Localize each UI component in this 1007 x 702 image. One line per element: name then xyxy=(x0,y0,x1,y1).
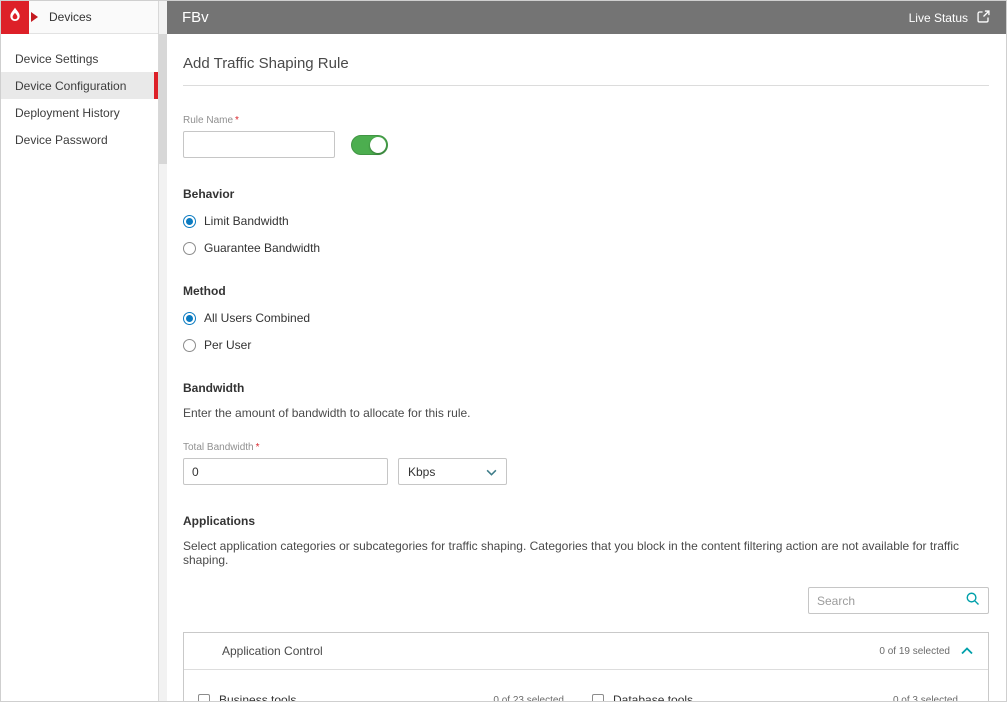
radio-label: Per User xyxy=(204,338,252,352)
chevron-right-icon xyxy=(31,12,38,22)
behavior-section: Behavior Limit Bandwidth Guarantee Bandw… xyxy=(183,187,989,255)
checkbox[interactable] xyxy=(198,694,210,701)
radio-icon[interactable] xyxy=(183,311,196,325)
sidebar: Devices Device Settings Device Configura… xyxy=(1,0,159,701)
watchguard-logo[interactable] xyxy=(1,0,29,34)
page-title: Add Traffic Shaping Rule xyxy=(183,55,349,72)
applications-section: Applications Select application categori… xyxy=(183,514,989,701)
total-bandwidth-input[interactable] xyxy=(183,458,388,485)
radio-icon[interactable] xyxy=(183,214,196,228)
search-icon[interactable] xyxy=(965,591,980,611)
live-status-button[interactable]: Live Status xyxy=(909,9,991,27)
top-header: FBv Live Status xyxy=(167,1,1006,34)
sidebar-item-label: Deployment History xyxy=(15,105,120,120)
sidebar-item-device-configuration[interactable]: Device Configuration xyxy=(1,72,158,99)
sidebar-item-label: Device Password xyxy=(15,132,108,147)
radio-icon[interactable] xyxy=(183,338,196,352)
external-link-icon xyxy=(976,9,991,27)
total-bandwidth-label: Total Bandwidth * xyxy=(183,442,260,453)
bandwidth-heading: Bandwidth xyxy=(183,381,245,395)
scrollbar-thumb[interactable] xyxy=(159,34,167,164)
application-control-body: Business tools 0 of 23 selected Database… xyxy=(184,670,988,701)
sidebar-item-deployment-history[interactable]: Deployment History xyxy=(1,99,158,126)
sidebar-header: Devices xyxy=(1,0,158,34)
traffic-shaping-form: Rule Name * Behavior Limit Bandwidth Gua… xyxy=(183,115,989,701)
behavior-heading: Behavior xyxy=(183,187,235,201)
bandwidth-description: Enter the amount of bandwidth to allocat… xyxy=(183,406,471,420)
radio-limit-bandwidth[interactable]: Limit Bandwidth xyxy=(183,214,989,228)
radio-all-users-combined[interactable]: All Users Combined xyxy=(183,311,989,325)
sidebar-item-label: Device Configuration xyxy=(15,78,127,93)
sidebar-item-device-password[interactable]: Device Password xyxy=(1,126,158,153)
radio-per-user[interactable]: Per User xyxy=(183,338,989,352)
live-status-label: Live Status xyxy=(908,10,968,25)
rule-name-label: Rule Name * xyxy=(183,115,239,126)
panel-title: Application Control xyxy=(222,644,323,658)
category-summary: 0 of 23 selected xyxy=(493,694,564,702)
bandwidth-unit-value: Kbps xyxy=(408,464,436,479)
flame-icon xyxy=(7,6,23,29)
chevron-down-icon xyxy=(486,465,497,479)
category-label: Database tools xyxy=(613,693,694,701)
applications-description: Select application categories or subcate… xyxy=(183,539,959,567)
sidebar-item-device-settings[interactable]: Device Settings xyxy=(1,45,158,72)
chevron-up-icon[interactable] xyxy=(961,642,973,660)
radio-label: All Users Combined xyxy=(204,311,311,325)
checkbox[interactable] xyxy=(592,694,604,701)
device-name-title: FBv xyxy=(182,9,209,26)
radio-icon[interactable] xyxy=(183,241,196,255)
bandwidth-unit-select[interactable]: Kbps xyxy=(398,458,507,485)
required-asterisk: * xyxy=(255,442,260,453)
radio-guarantee-bandwidth[interactable]: Guarantee Bandwidth xyxy=(183,241,989,255)
title-divider xyxy=(183,85,989,86)
vertical-scrollbar[interactable] xyxy=(159,1,167,701)
bandwidth-section: Bandwidth Enter the amount of bandwidth … xyxy=(183,381,989,485)
app-category-business-tools: Business tools 0 of 23 selected xyxy=(198,683,564,701)
category-summary: 0 of 3 selected xyxy=(892,694,958,702)
application-search xyxy=(808,587,989,614)
app-window: Devices Device Settings Device Configura… xyxy=(0,0,1007,702)
radio-label: Guarantee Bandwidth xyxy=(204,241,321,255)
panel-selected-summary: 0 of 19 selected xyxy=(879,645,950,657)
sidebar-brand-label: Devices xyxy=(49,10,92,24)
rule-enabled-toggle[interactable] xyxy=(351,134,388,155)
method-section: Method All Users Combined Per User xyxy=(183,284,989,352)
method-heading: Method xyxy=(183,284,226,298)
sidebar-nav: Device Settings Device Configuration Dep… xyxy=(1,34,158,153)
main-area: FBv Live Status Add Traffic Shaping Rule xyxy=(167,1,1006,701)
application-control-header[interactable]: Application Control 0 of 19 selected xyxy=(184,633,988,670)
required-asterisk: * xyxy=(235,115,239,126)
app-category-database-tools: Database tools 0 of 3 selected xyxy=(592,683,958,701)
page-content: Add Traffic Shaping Rule Rule Name * Beh… xyxy=(167,34,1006,701)
search-input[interactable] xyxy=(817,593,965,608)
rule-name-input[interactable] xyxy=(183,131,335,158)
rule-name-field: Rule Name * xyxy=(183,115,989,158)
sidebar-item-label: Device Settings xyxy=(15,51,99,66)
application-control-panel: Application Control 0 of 19 selected Bus… xyxy=(183,632,989,701)
radio-label: Limit Bandwidth xyxy=(204,214,289,228)
applications-heading: Applications xyxy=(183,514,256,528)
total-bandwidth-field: Total Bandwidth* Kbps xyxy=(183,442,989,485)
toggle-knob xyxy=(370,136,386,153)
category-label: Business tools xyxy=(219,693,297,701)
